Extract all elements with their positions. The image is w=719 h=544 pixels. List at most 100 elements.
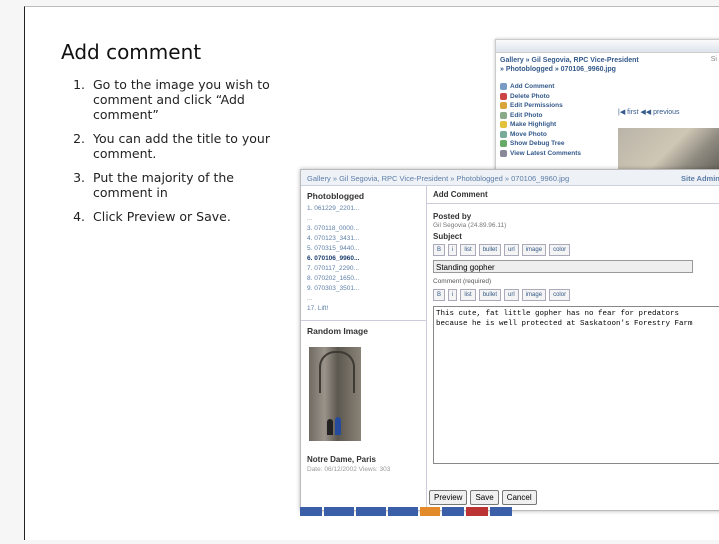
photo-list: 1. 061229_2201... ... 3. 070118_0000... … bbox=[301, 204, 426, 314]
step-text: Go to the image you wish to comment and … bbox=[93, 77, 270, 122]
subject-input[interactable]: Standing gopher bbox=[433, 260, 693, 273]
comments-list-icon bbox=[500, 149, 507, 157]
step-item: 2. You can add the title to your comment. bbox=[61, 131, 291, 161]
menu-item-label: View Latest Comments bbox=[510, 149, 582, 157]
back-breadcrumb-line1[interactable]: Gallery » Gil Segovia, RPC Vice-Presiden… bbox=[500, 56, 717, 65]
breadcrumb: Gallery » Gil Segovia, RPC Vice-Presiden… bbox=[301, 170, 719, 186]
step-number: 3. bbox=[73, 170, 85, 185]
italic-button[interactable]: i bbox=[448, 244, 458, 256]
highlight-icon bbox=[500, 121, 507, 129]
list-button[interactable]: list bbox=[460, 289, 476, 301]
subject-label: Subject bbox=[433, 232, 462, 241]
back-breadcrumb-line2[interactable]: » Photoblogged » 070106_9960.jpg bbox=[500, 65, 717, 74]
menu-item-label: Make Highlight bbox=[510, 121, 557, 129]
tree-icon bbox=[500, 140, 507, 148]
random-image-title: Random Image bbox=[307, 326, 368, 336]
bullet-button[interactable]: bullet bbox=[478, 244, 502, 256]
person-figure bbox=[327, 419, 333, 435]
subject-toolbar: B i list bullet url image color bbox=[427, 241, 719, 259]
menu-delete-photo[interactable]: Delete Photo bbox=[500, 92, 590, 102]
form-header: Add Comment bbox=[427, 186, 719, 204]
back-breadcrumb[interactable]: Gallery » Gil Segovia, RPC Vice-Presiden… bbox=[496, 53, 719, 77]
taskbar-item[interactable] bbox=[324, 507, 354, 516]
photo-list-item[interactable]: 5. 070315_9440... bbox=[307, 244, 420, 254]
taskbar-item[interactable] bbox=[420, 507, 440, 516]
comment-label: Comment (required) bbox=[433, 278, 492, 285]
image-button[interactable]: image bbox=[521, 244, 547, 256]
breadcrumb-path[interactable]: Gallery » Gil Segovia, RPC Vice-Presiden… bbox=[307, 174, 569, 183]
photo-list-item-selected[interactable]: 6. 070106_9960... bbox=[307, 254, 420, 264]
step-number: 4. bbox=[73, 209, 85, 224]
taskbar-item[interactable] bbox=[466, 507, 488, 516]
posted-by-label: Posted by bbox=[433, 212, 472, 221]
random-image-thumbnail[interactable] bbox=[309, 347, 361, 441]
italic-button[interactable]: i bbox=[448, 289, 458, 301]
photo-list-item[interactable]: 4. 070123_3431... bbox=[307, 234, 420, 244]
url-button[interactable]: url bbox=[504, 244, 519, 256]
menu-item-label: Edit Photo bbox=[510, 111, 543, 119]
taskbar-item[interactable] bbox=[300, 507, 322, 516]
bold-button[interactable]: B bbox=[433, 244, 446, 256]
steps-list: 1. Go to the image you wish to comment an… bbox=[61, 77, 291, 233]
photo-list-item[interactable]: 7. 070117_2290... bbox=[307, 264, 420, 274]
menu-show-debug-tree[interactable]: Show Debug Tree bbox=[500, 139, 590, 149]
photo-list-item[interactable]: 3. 070118_0000... bbox=[307, 224, 420, 234]
step-text: You can add the title to your comment. bbox=[93, 131, 270, 161]
taskbar-item[interactable] bbox=[356, 507, 386, 516]
edit-icon bbox=[500, 111, 507, 119]
taskbar-item[interactable] bbox=[490, 507, 512, 516]
step-text: Click Preview or Save. bbox=[93, 209, 231, 224]
bullet-button[interactable]: bullet bbox=[478, 289, 502, 301]
color-button[interactable]: color bbox=[549, 244, 571, 256]
menu-item-label: Edit Permissions bbox=[510, 102, 563, 110]
menu-edit-photo[interactable]: Edit Photo bbox=[500, 111, 590, 121]
photo-list-gap: ... bbox=[307, 295, 313, 302]
step-item: 4. Click Preview or Save. bbox=[61, 209, 291, 224]
step-item: 1. Go to the image you wish to comment an… bbox=[61, 77, 291, 122]
photo-navigation[interactable]: |◀ first ◀◀ previous bbox=[618, 108, 680, 116]
photo-list-item[interactable]: 8. 070202_1650... bbox=[307, 274, 420, 284]
delete-icon bbox=[500, 92, 507, 100]
person-figure bbox=[335, 417, 341, 435]
permissions-icon bbox=[500, 102, 507, 110]
bold-button[interactable]: B bbox=[433, 289, 446, 301]
menu-item-label: Add Comment bbox=[510, 83, 555, 91]
menu-move-photo[interactable]: Move Photo bbox=[500, 130, 590, 140]
photo-actions-menu: Add Comment Delete Photo Edit Permission… bbox=[500, 82, 590, 158]
menu-add-comment[interactable]: Add Comment bbox=[500, 82, 590, 92]
back-breadcrumb-right: Si bbox=[710, 56, 717, 63]
menu-make-highlight[interactable]: Make Highlight bbox=[500, 120, 590, 130]
cathedral-arch bbox=[319, 351, 355, 393]
color-button[interactable]: color bbox=[549, 289, 571, 301]
photo-list-item[interactable]: 9. 070303_3501... bbox=[307, 284, 420, 294]
browser-topbar bbox=[496, 40, 719, 53]
taskbar-item[interactable] bbox=[442, 507, 464, 516]
image-button[interactable]: image bbox=[521, 289, 547, 301]
step-number: 2. bbox=[73, 131, 85, 146]
move-icon bbox=[500, 130, 507, 138]
photo-list-item[interactable]: 17. Lift! bbox=[307, 304, 420, 314]
list-button[interactable]: list bbox=[460, 244, 476, 256]
sidebar: Photoblogged 1. 061229_2201... ... 3. 07… bbox=[301, 186, 427, 510]
site-admin-link[interactable]: Site Admin bbox=[681, 174, 719, 183]
random-image-caption[interactable]: Notre Dame, Paris bbox=[301, 441, 426, 466]
comment-toolbar: B i list bullet url image color bbox=[427, 286, 719, 304]
taskbar-item[interactable] bbox=[388, 507, 418, 516]
add-comment-screenshot: Gallery » Gil Segovia, RPC Vice-Presiden… bbox=[300, 169, 719, 511]
slide: Add comment 1. Go to the image you wish t… bbox=[24, 6, 719, 540]
comment-textarea[interactable]: This cute, fat little gopher has no fear… bbox=[433, 306, 719, 464]
url-button[interactable]: url bbox=[504, 289, 519, 301]
menu-item-label: Show Debug Tree bbox=[510, 140, 565, 148]
menu-view-latest-comments[interactable]: View Latest Comments bbox=[500, 149, 590, 159]
preview-button[interactable]: Preview bbox=[429, 490, 468, 505]
cancel-button[interactable]: Cancel bbox=[501, 490, 537, 505]
taskbar-strip bbox=[300, 507, 520, 516]
step-text: Put the majority of the comment in bbox=[93, 170, 234, 200]
photo-list-item[interactable]: 1. 061229_2201... bbox=[307, 204, 420, 214]
posted-by-value: Gil Segovia (24.89.96.11) bbox=[433, 222, 507, 229]
step-number: 1. bbox=[73, 77, 85, 92]
menu-item-label: Delete Photo bbox=[510, 92, 550, 100]
menu-edit-permissions[interactable]: Edit Permissions bbox=[500, 101, 590, 111]
save-button[interactable]: Save bbox=[470, 490, 499, 505]
random-image-date: Date: 06/12/2002 Views: 303 bbox=[307, 466, 391, 473]
